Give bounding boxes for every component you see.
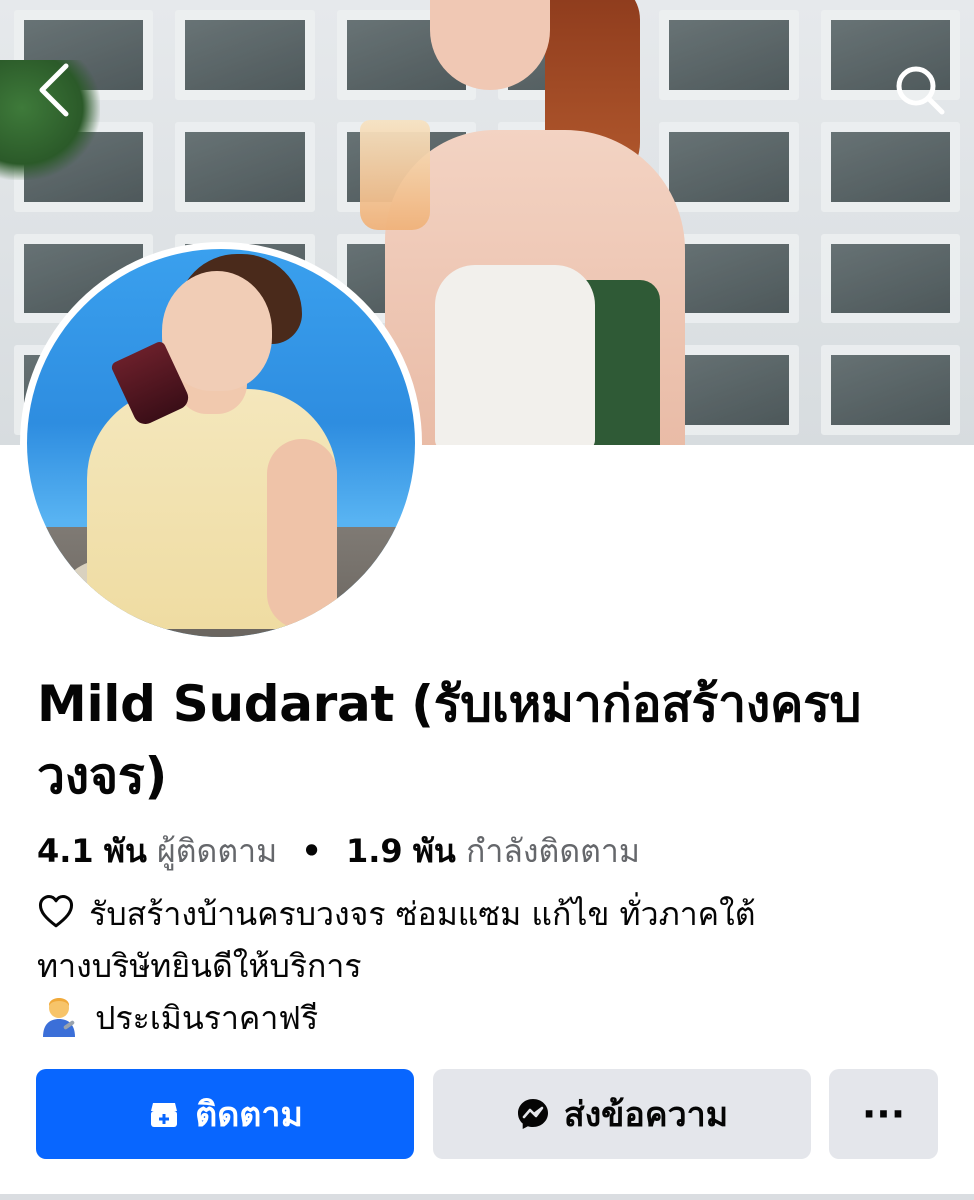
- bio-line-2: ทางบริษัทยินดีให้บริการ: [37, 947, 362, 985]
- profile-avatar[interactable]: [20, 242, 422, 644]
- back-button[interactable]: [22, 58, 86, 122]
- mechanic-emoji-icon: [43, 998, 75, 1037]
- followers-stat[interactable]: 4.1 พัน ผู้ติดตาม: [37, 832, 287, 870]
- bio-text-3: ประเมินราคาฟรี: [95, 999, 319, 1037]
- profile-bio: รับสร้างบ้านครบวงจร ซ่อมแซม แก้ไข ทั่วภา…: [37, 888, 947, 1044]
- message-label: ส่งข้อความ: [563, 1095, 729, 1135]
- following-label: กำลังติดตาม: [465, 832, 640, 870]
- stats-separator: •: [301, 832, 322, 870]
- bio-line-3: ประเมินราคาฟรี: [37, 992, 947, 1044]
- bio-line-1: รับสร้างบ้านครบวงจร ซ่อมแซม แก้ไข ทั่วภา…: [37, 888, 947, 940]
- more-options-button[interactable]: ···: [829, 1069, 938, 1159]
- follow-button[interactable]: ติดตาม: [36, 1069, 414, 1159]
- heart-outline-icon: [38, 894, 74, 928]
- follow-label: ติดตาม: [195, 1095, 303, 1135]
- following-count: 1.9: [345, 832, 403, 870]
- followers-label: ผู้ติดตาม: [157, 832, 278, 870]
- followers-count: 4.1: [37, 832, 94, 870]
- section-divider: [0, 1194, 974, 1200]
- following-stat[interactable]: 1.9 พัน กำลังติดตาม: [346, 832, 640, 870]
- follow-icon: [151, 1103, 178, 1127]
- more-icon: ···: [861, 1092, 906, 1136]
- message-button[interactable]: ส่งข้อความ: [433, 1069, 811, 1159]
- search-button[interactable]: [888, 58, 952, 122]
- following-unit: พัน: [412, 832, 456, 870]
- followers-unit: พัน: [103, 832, 147, 870]
- profile-name: Mild Sudarat (รับเหมาก่อสร้างครบวงจร): [37, 675, 862, 805]
- follow-stats: 4.1 พัน ผู้ติดตาม • 1.9 พัน กำลังติดตาม: [37, 828, 937, 874]
- chevron-left-icon: [39, 63, 69, 117]
- avatar-photo: [27, 249, 415, 637]
- messenger-icon: [517, 1099, 548, 1129]
- search-icon: [896, 66, 945, 115]
- bio-text-1: รับสร้างบ้านครบวงจร ซ่อมแซม แก้ไข ทั่วภา…: [89, 895, 756, 933]
